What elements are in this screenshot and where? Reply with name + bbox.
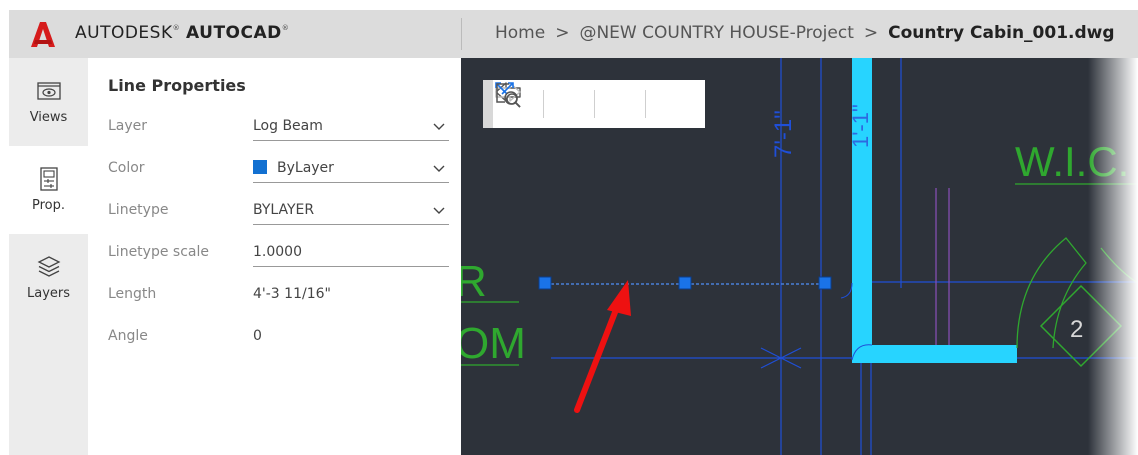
- header-divider: [461, 18, 462, 50]
- length-value: 4'-3 11/16": [253, 286, 331, 302]
- panel-title: Line Properties: [108, 76, 246, 95]
- linetype-select[interactable]: BYLAYER: [253, 202, 449, 225]
- breadcrumb-separator: >: [555, 23, 570, 43]
- angle-value: 0: [253, 328, 262, 344]
- prop-row-linetype: Linetype BYLAYER: [108, 202, 449, 226]
- prop-label-layer: Layer: [108, 118, 148, 134]
- layer-select[interactable]: Log Beam: [253, 118, 449, 141]
- rail-label-layers: Layers: [26, 286, 71, 301]
- rail-item-properties[interactable]: Prop.: [9, 146, 88, 234]
- linetype-scale-input[interactable]: 1.0000: [253, 244, 449, 267]
- header-bar: AUTODESK® AUTOCAD® Home > @NEW COUNTRY H…: [9, 10, 1138, 58]
- brand-wordmark: AUTODESK® AUTOCAD®: [75, 23, 289, 43]
- annotation-arrow-shaft: [574, 299, 622, 413]
- rail-label-views: Views: [29, 110, 68, 125]
- zoom-window-button[interactable]: [496, 80, 696, 128]
- prop-row-color: Color ByLayer: [108, 160, 449, 184]
- linetype-value: BYLAYER: [253, 202, 315, 218]
- prop-row-length: Length 4'-3 11/16": [108, 286, 448, 310]
- layer-value: Log Beam: [253, 118, 323, 134]
- zoom-extents-button[interactable]: [495, 80, 645, 128]
- prop-label-linetype: Linetype: [108, 202, 169, 218]
- canvas-toolbar: [483, 80, 705, 128]
- eye-icon: [36, 82, 61, 100]
- autocad-logo-icon: [31, 22, 55, 47]
- brand-mark-1: ®: [172, 24, 181, 32]
- breadcrumb-project[interactable]: @NEW COUNTRY HOUSE-Project: [579, 23, 853, 43]
- wall-junction-arc: [840, 282, 853, 299]
- door-tag-number: 2: [1070, 316, 1083, 343]
- brand: AUTODESK® AUTOCAD®: [9, 10, 461, 58]
- room-label-top: R: [461, 257, 487, 306]
- brand-name-light: AUTODESK: [75, 23, 173, 43]
- properties-icon: [39, 167, 58, 191]
- layers-icon: [37, 256, 60, 277]
- prop-row-layer: Layer Log Beam: [108, 118, 449, 142]
- redo-button[interactable]: [495, 80, 594, 128]
- autocad-web-app: AUTODESK® AUTOCAD® Home > @NEW COUNTRY H…: [9, 10, 1138, 455]
- dimension-label-2: 1'-1": [848, 104, 873, 148]
- chevron-down-icon: [433, 165, 445, 172]
- prop-label-linetype-scale: Linetype scale: [108, 244, 209, 260]
- prop-label-color: Color: [108, 160, 145, 176]
- breadcrumb: Home > @NEW COUNTRY HOUSE-Project > Coun…: [495, 23, 1115, 43]
- annotation-arrow-head: [607, 280, 631, 316]
- zoom-window-icon: [496, 83, 521, 108]
- left-rail: Views Prop. Layers: [9, 58, 88, 455]
- purple-lines: [935, 188, 950, 348]
- rail-item-views[interactable]: Views: [9, 58, 88, 146]
- wall-geometry: [852, 58, 1017, 363]
- breadcrumb-separator: >: [863, 23, 879, 43]
- prop-row-angle: Angle 0: [108, 328, 448, 352]
- breadcrumb-current-file: Country Cabin_001.dwg: [888, 23, 1115, 43]
- properties-panel: Line Properties Layer Log Beam Color ByL…: [88, 58, 461, 455]
- color-value: ByLayer: [277, 160, 334, 176]
- green-annotations: R OM W.I.C.: [461, 138, 1129, 368]
- rail-item-layers[interactable]: Layers: [9, 234, 88, 322]
- prop-row-linetype-scale: Linetype scale 1.0000: [108, 244, 449, 268]
- chevron-down-icon: [433, 123, 445, 130]
- breadcrumb-home[interactable]: Home: [495, 23, 545, 43]
- prop-label-angle: Angle: [108, 328, 148, 344]
- color-swatch: [253, 160, 267, 174]
- chevron-down-icon: [433, 207, 445, 214]
- grip-end[interactable]: [818, 276, 832, 290]
- prop-label-length: Length: [108, 286, 157, 302]
- rail-label-properties: Prop.: [31, 198, 65, 213]
- brand-mark-2: ®: [281, 24, 290, 32]
- canvas-edge-fade: [1088, 58, 1138, 455]
- grip-start[interactable]: [538, 276, 552, 290]
- drawing-canvas[interactable]: R OM W.I.C. 2 7'-1" 1'-1": [461, 58, 1138, 455]
- room-label-bottom: OM: [461, 319, 526, 368]
- brand-name-bold: AUTOCAD: [186, 23, 282, 43]
- grip-mid[interactable]: [678, 276, 692, 290]
- dimension-label: 7'-1": [770, 110, 797, 158]
- color-select[interactable]: ByLayer: [253, 160, 449, 183]
